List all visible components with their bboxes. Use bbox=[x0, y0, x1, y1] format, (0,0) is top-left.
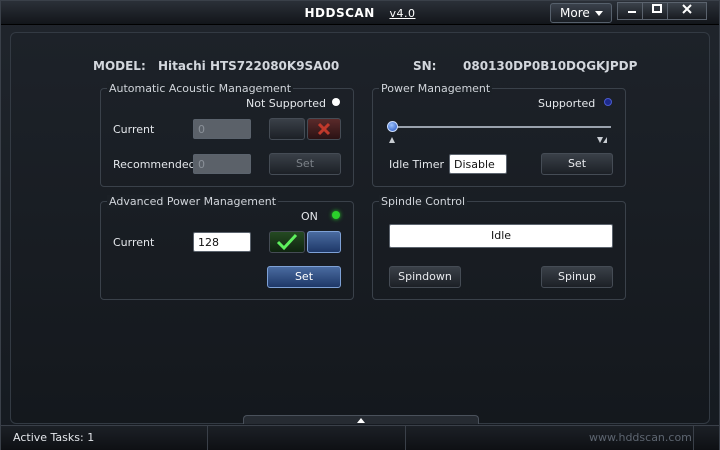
status-separator bbox=[693, 426, 694, 450]
app-window: HDDSCAN v4.0 More MODEL: Hitachi HTS7220… bbox=[0, 0, 720, 450]
apm-current-label: Current bbox=[113, 236, 155, 249]
spindown-button[interactable]: Spindown bbox=[389, 266, 461, 288]
more-label: More bbox=[560, 6, 590, 20]
minimize-icon bbox=[628, 11, 636, 13]
aam-current-input[interactable] bbox=[193, 119, 251, 139]
idle-timer-input[interactable] bbox=[449, 154, 507, 174]
aam-status-led-icon bbox=[332, 98, 340, 106]
power-status-led-icon bbox=[604, 98, 612, 106]
idle-timer-label: Idle Timer bbox=[389, 158, 444, 171]
spinup-button[interactable]: Spinup bbox=[541, 266, 613, 288]
spindle-state-display: Idle bbox=[389, 224, 613, 248]
more-menu-button[interactable]: More bbox=[550, 3, 612, 23]
power-set-button[interactable]: Set bbox=[541, 153, 613, 175]
slider-min-tick-icon bbox=[389, 137, 395, 143]
model-value: Hitachi HTS722080K9SA00 bbox=[158, 59, 340, 73]
apm-enable-button[interactable] bbox=[269, 231, 305, 253]
apm-current-input[interactable] bbox=[193, 232, 251, 252]
slider-max-tick-icon bbox=[597, 137, 607, 143]
status-separator bbox=[405, 426, 406, 450]
aam-recommended-label: Recommended bbox=[113, 158, 196, 171]
apm-set-button[interactable]: Set bbox=[267, 266, 341, 288]
spindle-control-title: Spindle Control bbox=[379, 195, 468, 208]
app-name: HDDSCAN bbox=[304, 6, 375, 20]
apm-title: Advanced Power Management bbox=[107, 195, 279, 208]
apm-disable-button[interactable] bbox=[307, 231, 341, 253]
aam-recommended-input bbox=[193, 154, 251, 174]
title-bar[interactable]: HDDSCAN v4.0 More bbox=[1, 1, 719, 25]
serial-label: SN: bbox=[413, 59, 437, 73]
power-status: Supported bbox=[538, 97, 596, 110]
power-management-title: Power Management bbox=[379, 82, 493, 95]
power-slider-track bbox=[389, 126, 611, 128]
cancel-x-icon bbox=[317, 122, 331, 136]
aam-enable-button[interactable] bbox=[269, 118, 305, 140]
apm-status-led-icon bbox=[332, 211, 340, 219]
aam-current-label: Current bbox=[113, 123, 155, 136]
checkmark-icon bbox=[276, 233, 298, 251]
apm-status: ON bbox=[301, 210, 318, 223]
maximize-icon bbox=[652, 4, 662, 13]
serial-value: 080130DP0B10DQGKJPDP bbox=[463, 59, 638, 73]
version-link[interactable]: v4.0 bbox=[389, 7, 415, 20]
chevron-up-icon bbox=[357, 418, 365, 423]
status-bar: Active Tasks: 1 www.hddscan.com bbox=[1, 425, 719, 450]
close-button[interactable] bbox=[667, 2, 707, 20]
website-link[interactable]: www.hddscan.com bbox=[589, 431, 692, 444]
status-separator bbox=[207, 426, 208, 450]
aam-disable-button[interactable] bbox=[307, 118, 341, 140]
aam-status: Not Supported bbox=[246, 97, 327, 110]
model-label: MODEL: bbox=[93, 59, 146, 73]
tasks-drawer-handle[interactable] bbox=[243, 415, 479, 424]
close-icon bbox=[682, 4, 692, 14]
power-slider-handle[interactable] bbox=[387, 121, 398, 132]
active-tasks-status: Active Tasks: 1 bbox=[13, 431, 95, 444]
aam-title: Automatic Acoustic Management bbox=[107, 82, 294, 95]
chevron-down-icon bbox=[594, 11, 603, 16]
aam-set-button[interactable]: Set bbox=[269, 153, 341, 175]
